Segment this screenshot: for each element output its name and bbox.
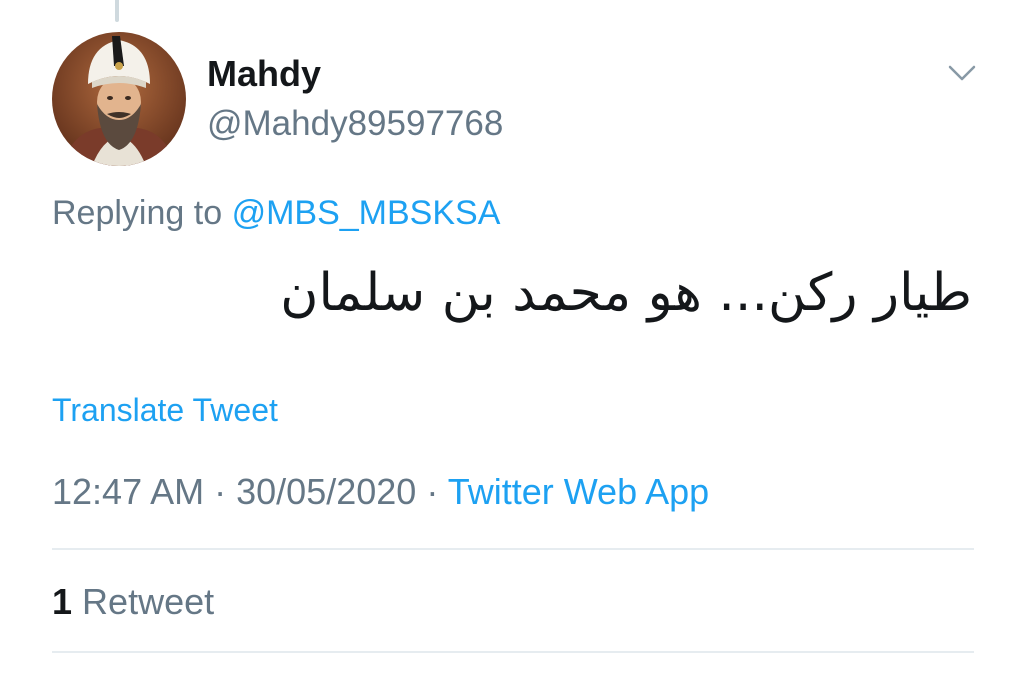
reply-to-handle-link[interactable]: @MBS_MBSKSA (232, 194, 501, 232)
user-handle[interactable]: @Mahdy89597768 (207, 102, 503, 146)
translate-tweet-link[interactable]: Translate Tweet (52, 390, 278, 430)
retweet-label: Retweet (82, 581, 215, 622)
divider (52, 548, 974, 550)
chevron-down-icon (948, 65, 976, 81)
divider (52, 651, 974, 653)
meta-separator: · (214, 471, 227, 512)
tweet-text: طيار ركن... هو محمد بن سلمان (280, 263, 972, 323)
tweet-options-button[interactable] (944, 58, 980, 88)
tweet-source-link[interactable]: Twitter Web App (448, 471, 709, 512)
display-name[interactable]: Mahdy (207, 52, 321, 96)
thread-connector-line (115, 0, 119, 22)
replying-to-label: Replying to (52, 194, 223, 232)
retweet-count: 1 (52, 581, 73, 622)
tweet-time[interactable]: 12:47 AM (52, 471, 204, 512)
avatar[interactable] (52, 32, 186, 166)
tweet-date[interactable]: 30/05/2020 (236, 471, 416, 512)
meta-separator: · (426, 471, 439, 512)
tweet-metadata: 12:47 AM · 30/05/2020 · Twitter Web App (52, 469, 709, 515)
avatar-portrait-image (52, 32, 186, 166)
retweet-stats[interactable]: 1 Retweet (52, 580, 214, 624)
replying-to-line: Replying to @MBS_MBSKSA (52, 192, 500, 234)
